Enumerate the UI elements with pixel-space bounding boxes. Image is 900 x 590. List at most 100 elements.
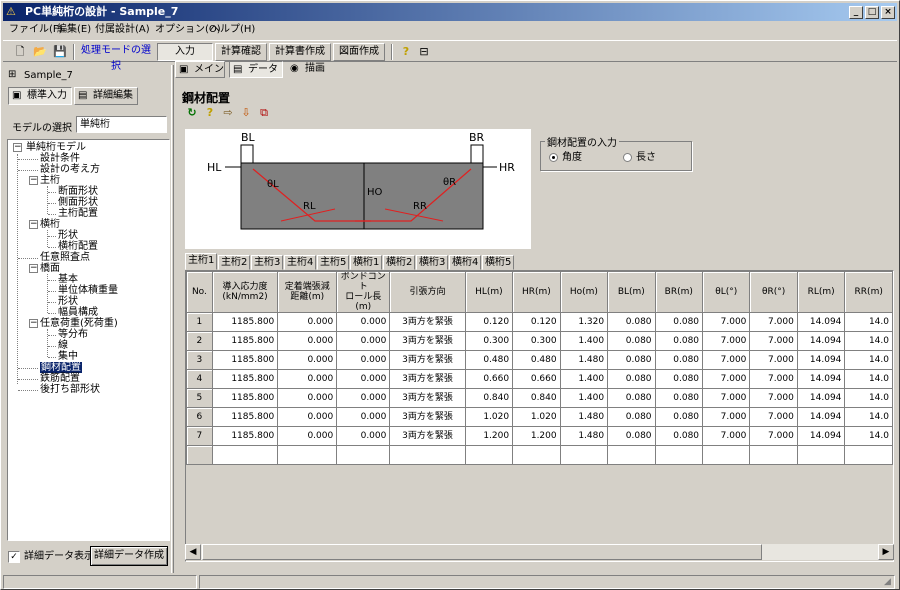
- table-cell[interactable]: 0.480: [512, 350, 561, 370]
- table-cell[interactable]: 14.0: [844, 331, 893, 351]
- tab-drawing[interactable]: ◉ 描画: [287, 61, 337, 78]
- tree-item-cross-beam-layout[interactable]: 横桁配置: [58, 241, 98, 252]
- refresh-icon[interactable]: ↻: [185, 106, 199, 120]
- table-cell[interactable]: 3両方を緊張: [389, 350, 466, 370]
- table-cell[interactable]: 7.000: [702, 369, 751, 389]
- table-cell[interactable]: [559, 445, 609, 465]
- row-header-cell[interactable]: 6: [186, 407, 213, 427]
- scroll-right-icon[interactable]: ▶: [878, 544, 894, 560]
- tree-item-deck-shape[interactable]: 形状: [58, 296, 78, 307]
- table-cell[interactable]: [389, 445, 466, 465]
- model-select-field[interactable]: 単純桁: [76, 116, 167, 133]
- tree-item-design-conditions[interactable]: 設計条件: [40, 153, 80, 164]
- table-cell[interactable]: 7.000: [749, 331, 798, 351]
- table-cell[interactable]: 0.080: [654, 407, 704, 427]
- table-cell[interactable]: 0.000: [336, 369, 391, 389]
- menu-help[interactable]: ヘルプ(H): [210, 24, 255, 36]
- table-cell[interactable]: 7.000: [702, 388, 751, 408]
- tab-cross-beam-1[interactable]: 横桁1: [350, 255, 383, 270]
- table-cell[interactable]: 0.000: [336, 407, 391, 427]
- table-row[interactable]: 5 1185.800 0.000 0.000 3両方を緊張 0.840 0.840 1.400…: [186, 388, 893, 408]
- table-cell[interactable]: 1.400: [559, 388, 609, 408]
- table-cell[interactable]: 14.094: [796, 350, 846, 370]
- tab-cross-beam-2[interactable]: 横桁2: [383, 255, 416, 270]
- table-cell[interactable]: 7.000: [702, 407, 751, 427]
- table-cell[interactable]: 0.000: [277, 350, 338, 370]
- tab-cross-beam-3[interactable]: 横桁3: [416, 255, 449, 270]
- tree-item-section-shape[interactable]: 断面形状: [58, 186, 98, 197]
- table-cell[interactable]: 0.000: [277, 407, 338, 427]
- tab-data[interactable]: ▤ データ: [229, 61, 283, 78]
- table-cell[interactable]: 0.480: [464, 350, 514, 370]
- table-cell[interactable]: 3両方を緊張: [389, 388, 466, 408]
- table-row[interactable]: [186, 445, 893, 465]
- scroll-thumb[interactable]: [202, 544, 762, 560]
- tab-main-girder-2[interactable]: 主桁2: [218, 255, 251, 270]
- table-cell[interactable]: 0.000: [277, 369, 338, 389]
- table-cell[interactable]: 0.120: [464, 312, 514, 332]
- menu-attached-design[interactable]: 付属設計(A): [95, 24, 150, 36]
- tree-item-line-load[interactable]: 線: [58, 340, 68, 351]
- table-cell[interactable]: 0.660: [512, 369, 561, 389]
- table-cell[interactable]: 3両方を緊張: [389, 426, 466, 446]
- table-cell[interactable]: 0.080: [607, 312, 656, 332]
- table-cell[interactable]: 0.000: [277, 312, 338, 332]
- table-cell[interactable]: 0.000: [277, 388, 338, 408]
- table-row[interactable]: 1 1185.800 0.000 0.000 3両方を緊張 0.120 0.120 1.320…: [186, 312, 893, 332]
- tree-item-rebar-layout[interactable]: 鉄筋配置: [40, 373, 80, 384]
- table-cell[interactable]: 0.840: [464, 388, 514, 408]
- table-row[interactable]: 7 1185.800 0.000 0.000 3両方を緊張 1.200 1.200 1.480…: [186, 426, 893, 446]
- table-cell[interactable]: 0.080: [654, 369, 704, 389]
- table-cell[interactable]: 1.480: [559, 426, 609, 446]
- table-cell[interactable]: 7.000: [702, 312, 751, 332]
- table-cell[interactable]: 0.000: [336, 350, 391, 370]
- table-cell[interactable]: 0.000: [336, 331, 391, 351]
- table-cell[interactable]: 7.000: [749, 388, 798, 408]
- tree-item-post-cast-shape[interactable]: 後打ち部形状: [40, 384, 100, 395]
- radio-length-dot[interactable]: [623, 153, 632, 162]
- table-cell[interactable]: 1185.800: [211, 407, 279, 427]
- table-cell[interactable]: 1185.800: [211, 369, 279, 389]
- table-cell[interactable]: [211, 445, 279, 465]
- table-cell[interactable]: 1.320: [559, 312, 609, 332]
- table-cell[interactable]: 0.080: [607, 388, 656, 408]
- table-cell[interactable]: [336, 445, 391, 465]
- tree-item-cross-beam[interactable]: 横桁: [40, 219, 60, 230]
- table-cell[interactable]: 14.094: [796, 426, 846, 446]
- horizontal-scrollbar[interactable]: ◀ ▶: [185, 544, 894, 560]
- table-cell[interactable]: 0.840: [512, 388, 561, 408]
- table-cell[interactable]: 0.080: [654, 426, 704, 446]
- table-cell[interactable]: 0.080: [654, 388, 704, 408]
- table-cell[interactable]: 0.080: [607, 407, 656, 427]
- tree-item-check-points[interactable]: 任意照査点: [40, 252, 90, 263]
- tree-item-side-shape[interactable]: 側面形状: [58, 197, 98, 208]
- table-cell[interactable]: [749, 445, 798, 465]
- table-cell[interactable]: 1.200: [512, 426, 561, 446]
- help-icon[interactable]: ?: [203, 106, 217, 120]
- new-file-icon[interactable]: 🗋: [11, 43, 29, 61]
- table-cell[interactable]: 14.094: [796, 369, 846, 389]
- table-cell[interactable]: 7.000: [702, 426, 751, 446]
- save-icon[interactable]: 💾: [51, 43, 69, 61]
- row-header-cell[interactable]: [186, 445, 213, 465]
- table-cell[interactable]: 3両方を緊張: [389, 312, 466, 332]
- table-cell[interactable]: 7.000: [749, 407, 798, 427]
- tab-cross-beam-5[interactable]: 横桁5: [482, 255, 515, 270]
- table-cell[interactable]: 14.0: [844, 407, 893, 427]
- table-cell[interactable]: 14.094: [796, 388, 846, 408]
- title-bar[interactable]: ⚠ PC単純桁の設計 - Sample_7 _ □ ×: [3, 3, 897, 21]
- table-cell[interactable]: [464, 445, 514, 465]
- table-cell[interactable]: 0.080: [607, 331, 656, 351]
- maximize-button[interactable]: □: [865, 6, 879, 19]
- tab-main-girder-5[interactable]: 主桁5: [317, 255, 350, 270]
- table-cell[interactable]: [654, 445, 704, 465]
- tree-collapse-icon[interactable]: −: [29, 220, 38, 229]
- table-cell[interactable]: 7.000: [749, 350, 798, 370]
- show-detail-checkbox[interactable]: ✓: [8, 551, 20, 563]
- table-cell[interactable]: 14.0: [844, 388, 893, 408]
- tree-item-design-approach[interactable]: 設計の考え方: [40, 164, 100, 175]
- tree-item-model-root[interactable]: 単純桁モデル: [26, 142, 86, 153]
- table-cell[interactable]: 7.000: [702, 331, 751, 351]
- table-cell[interactable]: 0.080: [654, 350, 704, 370]
- table-cell[interactable]: 14.094: [796, 312, 846, 332]
